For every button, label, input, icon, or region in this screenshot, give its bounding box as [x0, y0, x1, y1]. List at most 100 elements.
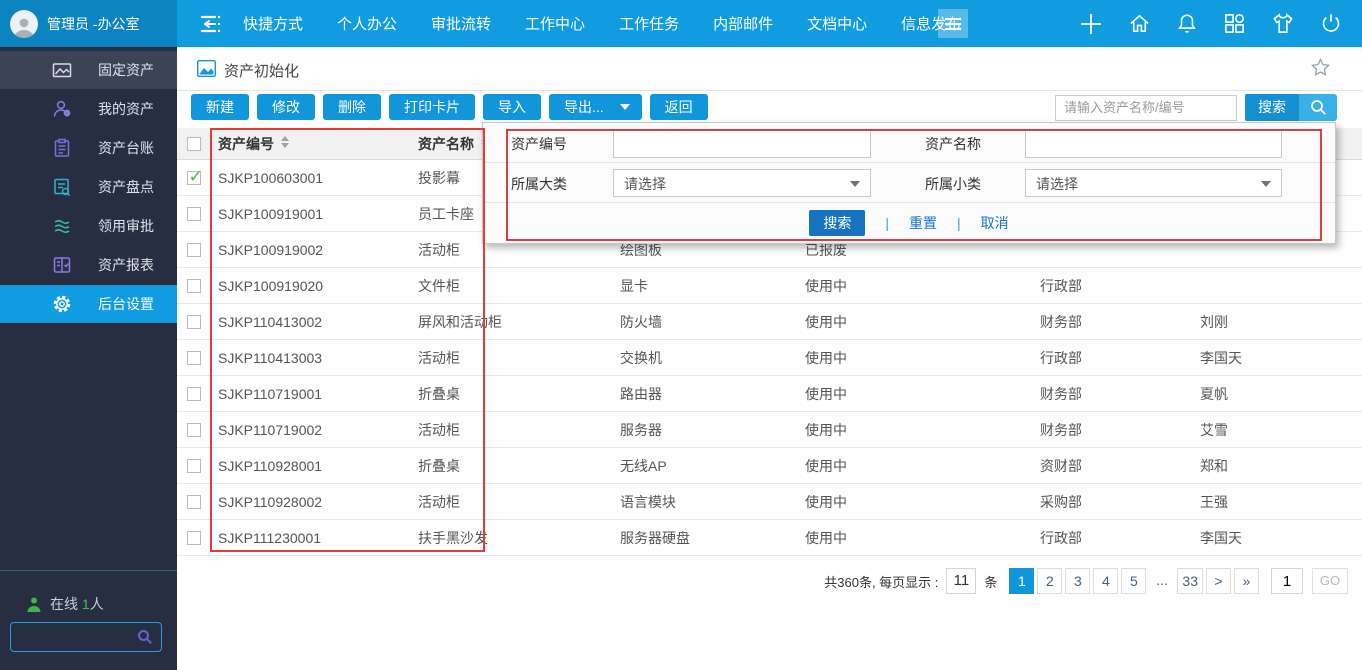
row-checkbox[interactable] — [187, 351, 201, 365]
asset-name-cell: 扶手黑沙发 — [390, 528, 620, 548]
filter-search-button[interactable]: 搜索 — [809, 210, 865, 236]
online-person-icon — [26, 596, 42, 612]
filter-select-minor-category[interactable]: 请选择 — [1025, 169, 1282, 197]
row-checkbox[interactable] — [187, 423, 201, 437]
filter-select-major-category[interactable]: 请选择 — [613, 169, 871, 197]
department-cell: 财务部 — [1040, 420, 1200, 440]
sort-icon[interactable] — [281, 136, 289, 148]
table-row[interactable]: SJKP110413003 活动柜 交换机 使用中 行政部 李国天 — [177, 340, 1362, 376]
filter-reset-button[interactable]: 重置 — [909, 213, 937, 233]
asset-code-cell: SJKP110719002 — [210, 422, 390, 438]
favorite-star-icon[interactable] — [1311, 58, 1330, 76]
asset-name-cell: 活动柜 — [390, 348, 620, 368]
home-icon[interactable] — [1128, 12, 1151, 35]
page-button[interactable]: 33 — [1177, 568, 1203, 594]
row-checkbox[interactable] — [187, 315, 201, 329]
quick-search-input[interactable] — [1055, 95, 1237, 121]
quick-search-button[interactable]: 搜索 — [1245, 94, 1299, 121]
sidebar-item-my-assets[interactable]: 我的资产 — [0, 90, 177, 128]
asset-name2-cell: 无线AP — [620, 456, 805, 476]
table-row[interactable]: SJKP110719002 活动柜 服务器 使用中 财务部 艾雪 — [177, 412, 1362, 448]
row-checkbox[interactable] — [187, 459, 201, 473]
bell-icon[interactable] — [1176, 12, 1198, 35]
page-button[interactable]: 1 — [1009, 568, 1034, 594]
row-checkbox[interactable] — [187, 387, 201, 401]
sidebar-search-box — [10, 622, 162, 652]
table-row[interactable]: SJKP110413002 屏风和活动柜 防火墙 使用中 财务部 刘刚 — [177, 304, 1362, 340]
sidebar-item-fixed-assets[interactable]: 固定资产 — [0, 51, 177, 89]
page-title-chart-icon — [197, 60, 216, 77]
search-icon[interactable] — [1299, 94, 1337, 121]
page-header: 资产初始化 — [177, 47, 1362, 91]
sidebar-item-asset-inventory[interactable]: 资产盘点 — [0, 168, 177, 206]
page-button[interactable]: 5 — [1121, 568, 1146, 594]
status-cell: 使用中 — [805, 456, 1040, 476]
page-button[interactable]: 3 — [1065, 568, 1090, 594]
filter-input-asset-name[interactable] — [1025, 129, 1282, 158]
row-checkbox[interactable] — [187, 207, 201, 221]
import-button[interactable]: 导入 — [483, 94, 541, 120]
sidebar-search-input[interactable] — [11, 630, 137, 645]
nav-item-shortcuts[interactable]: 快捷方式 — [243, 13, 303, 34]
status-cell: 使用中 — [805, 312, 1040, 332]
goto-page-input[interactable] — [1271, 568, 1303, 594]
table-row[interactable]: SJKP100919020 文件柜 显卡 使用中 行政部 — [177, 268, 1362, 304]
nav-item-work-tasks[interactable]: 工作任务 — [619, 13, 679, 34]
select-all-checkbox[interactable] — [187, 137, 201, 151]
status-cell: 使用中 — [805, 492, 1040, 512]
back-button[interactable]: 返回 — [650, 94, 708, 120]
row-checkbox[interactable] — [187, 243, 201, 257]
table-row[interactable]: SJKP110928001 折叠桌 无线AP 使用中 资财部 郑和 — [177, 448, 1362, 484]
page-button[interactable]: > — [1206, 568, 1231, 594]
status-cell: 使用中 — [805, 276, 1040, 296]
sidebar-item-asset-reports[interactable]: 资产报表 — [0, 246, 177, 284]
go-button[interactable]: GO — [1312, 568, 1348, 594]
department-cell: 行政部 — [1040, 276, 1200, 296]
asset-name2-cell: 路由器 — [620, 384, 805, 404]
chevron-down-icon — [620, 104, 630, 110]
power-icon[interactable] — [1320, 12, 1342, 35]
asset-code-cell: SJKP110413002 — [210, 314, 390, 330]
sidebar-item-asset-ledger[interactable]: 资产台账 — [0, 129, 177, 167]
header-asset-code[interactable]: 资产编号 — [210, 134, 390, 154]
filter-panel: 资产编号 资产名称 所属大类 请选择 所属小类 请选择 搜索 | 重置 | 取消 — [482, 122, 1336, 244]
pagination-total-label: 共360条, 每页显示 : — [824, 572, 938, 591]
table-row[interactable]: SJKP111230001 扶手黑沙发 服务器硬盘 使用中 行政部 李国天 — [177, 520, 1362, 556]
sidebar-item-requisition-approval[interactable]: 领用审批 — [0, 207, 177, 245]
nav-item-approval-flow[interactable]: 审批流转 — [431, 13, 491, 34]
apps-icon[interactable] — [1223, 12, 1246, 35]
page-button[interactable]: 4 — [1093, 568, 1118, 594]
filter-cancel-button[interactable]: 取消 — [981, 213, 1009, 233]
filter-input-asset-code[interactable] — [613, 129, 871, 158]
edit-button[interactable]: 修改 — [257, 94, 315, 120]
table-row[interactable]: SJKP110719001 折叠桌 路由器 使用中 财务部 夏帆 — [177, 376, 1362, 412]
person-cell: 艾雪 — [1200, 420, 1362, 440]
print-card-button[interactable]: 打印卡片 — [389, 94, 475, 120]
collapse-menu-icon[interactable] — [196, 11, 222, 37]
person-cell: 王强 — [1200, 492, 1362, 512]
row-checkbox[interactable] — [187, 171, 201, 185]
export-button[interactable]: 导出... — [549, 94, 642, 120]
sidebar-item-label: 我的资产 — [98, 99, 154, 119]
hamburger-menu-icon[interactable] — [938, 9, 968, 38]
page-title: 资产初始化 — [224, 60, 299, 81]
page-button[interactable]: » — [1234, 568, 1259, 594]
user-block[interactable]: 管理员 -办公室 — [0, 0, 177, 47]
sidebar-item-label: 后台设置 — [98, 294, 154, 314]
nav-item-work-center[interactable]: 工作中心 — [525, 13, 585, 34]
new-button[interactable]: 新建 — [191, 94, 249, 120]
table-row[interactable]: SJKP110928002 活动柜 语言模块 使用中 采购部 王强 — [177, 484, 1362, 520]
plus-icon[interactable] — [1079, 12, 1103, 36]
delete-button[interactable]: 删除 — [323, 94, 381, 120]
page-size-box[interactable]: 11 — [946, 568, 976, 594]
nav-item-personal-office[interactable]: 个人办公 — [337, 13, 397, 34]
nav-item-doc-center[interactable]: 文档中心 — [807, 13, 867, 34]
page-button[interactable]: 2 — [1037, 568, 1062, 594]
row-checkbox[interactable] — [187, 495, 201, 509]
shirt-icon[interactable] — [1271, 12, 1295, 35]
sidebar-search-icon[interactable] — [137, 629, 153, 645]
row-checkbox[interactable] — [187, 279, 201, 293]
sidebar-item-backend-settings[interactable]: 后台设置 — [0, 285, 177, 323]
row-checkbox[interactable] — [187, 531, 201, 545]
nav-item-internal-mail[interactable]: 内部邮件 — [713, 13, 773, 34]
